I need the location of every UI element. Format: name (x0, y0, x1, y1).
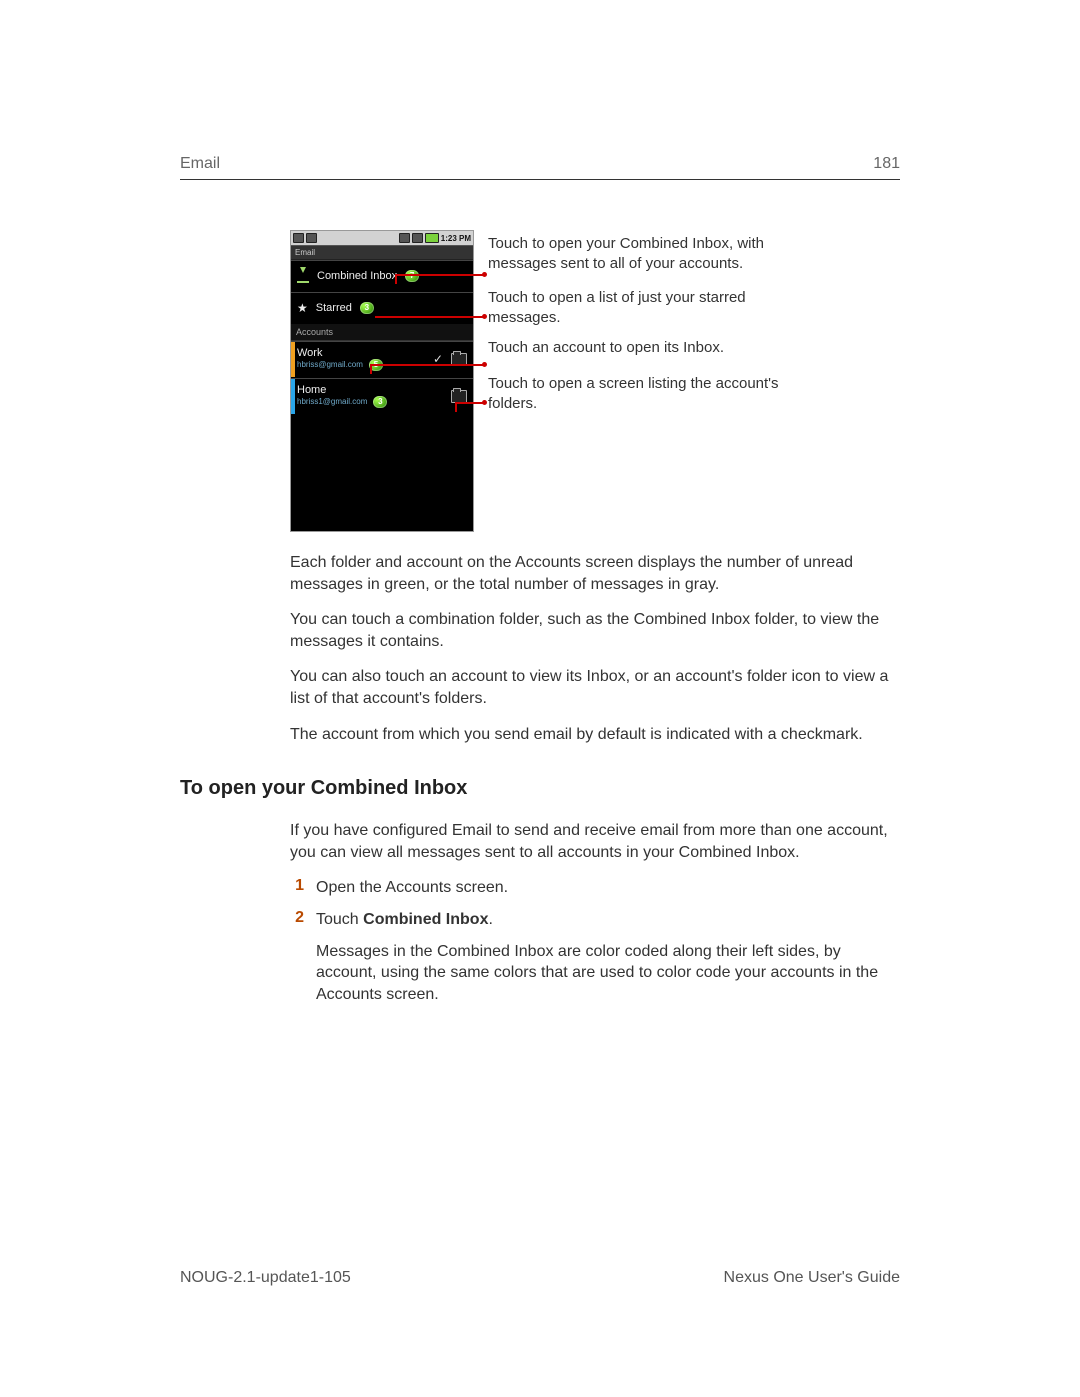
account-count-badge: 3 (373, 396, 387, 408)
callout-text-column: Touch to open your Combined Inbox, with … (488, 230, 818, 424)
paragraph: You can touch a combination folder, such… (290, 609, 900, 652)
body-paragraphs: Each folder and account on the Accounts … (290, 552, 900, 745)
account-stripe (291, 379, 295, 414)
step-number: 1 (290, 877, 304, 899)
star-icon: ★ (297, 301, 308, 315)
battery-icon (425, 233, 439, 243)
account-name: Home (297, 384, 423, 396)
callout-line (395, 274, 485, 276)
document-page: Email 181 1:23 PM (0, 0, 1080, 1397)
header-page-number: 181 (873, 155, 900, 173)
account-email: hbriss1@gmail.com (297, 397, 367, 407)
step-text: Touch Combined Inbox. Messages in the Co… (316, 909, 900, 1005)
callout-folder: Touch to open a screen listing the accou… (488, 374, 818, 418)
page-header: Email 181 (180, 155, 900, 180)
inbox-icon (297, 269, 309, 283)
step-text: Open the Accounts screen. (316, 877, 900, 899)
paragraph: You can also touch an account to view it… (290, 666, 900, 709)
header-section: Email (180, 155, 220, 173)
callout-account: Touch an account to open its Inbox. (488, 338, 818, 368)
callout-line (370, 364, 372, 374)
paragraph: Each folder and account on the Accounts … (290, 552, 900, 595)
step-2: 2 Touch Combined Inbox. Messages in the … (290, 909, 900, 1005)
folder-icon[interactable] (451, 390, 467, 403)
starred-row[interactable]: ★ Starred 3 (291, 292, 473, 324)
combined-inbox-row[interactable]: Combined Inbox 7 (291, 260, 473, 292)
step-text-strong: Combined Inbox (363, 911, 488, 928)
account-stripe (291, 342, 295, 377)
section-intro: If you have configured Email to send and… (290, 820, 900, 863)
starred-count-badge: 3 (360, 302, 374, 314)
step-text-suffix: . (488, 911, 492, 928)
step-text-prefix: Touch (316, 911, 363, 928)
callout-line (395, 274, 397, 284)
combined-inbox-label: Combined Inbox (317, 270, 397, 282)
status-icon (293, 233, 304, 243)
signal-icon (412, 233, 423, 243)
combined-count-badge: 7 (405, 270, 419, 282)
footer-guide-name: Nexus One User's Guide (724, 1269, 900, 1287)
callout-line (375, 316, 485, 318)
callout-starred: Touch to open a list of just your starre… (488, 284, 818, 332)
signal-icon (399, 233, 410, 243)
step-number: 2 (290, 909, 304, 1005)
paragraph: If you have configured Email to send and… (290, 820, 900, 863)
phone-status-bar: 1:23 PM (291, 231, 473, 245)
paragraph: The account from which you send email by… (290, 724, 900, 746)
figure-block: 1:23 PM Email Combined Inbox 7 ★ Starred (290, 230, 900, 532)
account-name: Work (297, 347, 425, 359)
step-list: 1 Open the Accounts screen. 2 Touch Comb… (290, 877, 900, 1005)
accounts-header: Accounts (291, 324, 473, 341)
step-body: Messages in the Combined Inbox are color… (316, 941, 900, 1006)
account-email: hbriss@gmail.com (297, 360, 363, 370)
step-1: 1 Open the Accounts screen. (290, 877, 900, 899)
page-footer: NOUG-2.1-update1-105 Nexus One User's Gu… (180, 1269, 900, 1287)
starred-label: Starred (316, 302, 352, 314)
phone-title: Email (291, 245, 473, 260)
callout-combined: Touch to open your Combined Inbox, with … (488, 230, 818, 278)
account-row-home[interactable]: Home hbriss1@gmail.com 3 (291, 378, 473, 415)
account-row-work[interactable]: Work hbriss@gmail.com 5 ✓ (291, 341, 473, 378)
section-heading: To open your Combined Inbox (180, 777, 900, 800)
status-time: 1:23 PM (441, 234, 471, 243)
callout-line (455, 402, 485, 404)
callout-line (455, 402, 457, 412)
callout-line (370, 364, 485, 366)
status-icon (306, 233, 317, 243)
footer-doc-id: NOUG-2.1-update1-105 (180, 1269, 351, 1287)
